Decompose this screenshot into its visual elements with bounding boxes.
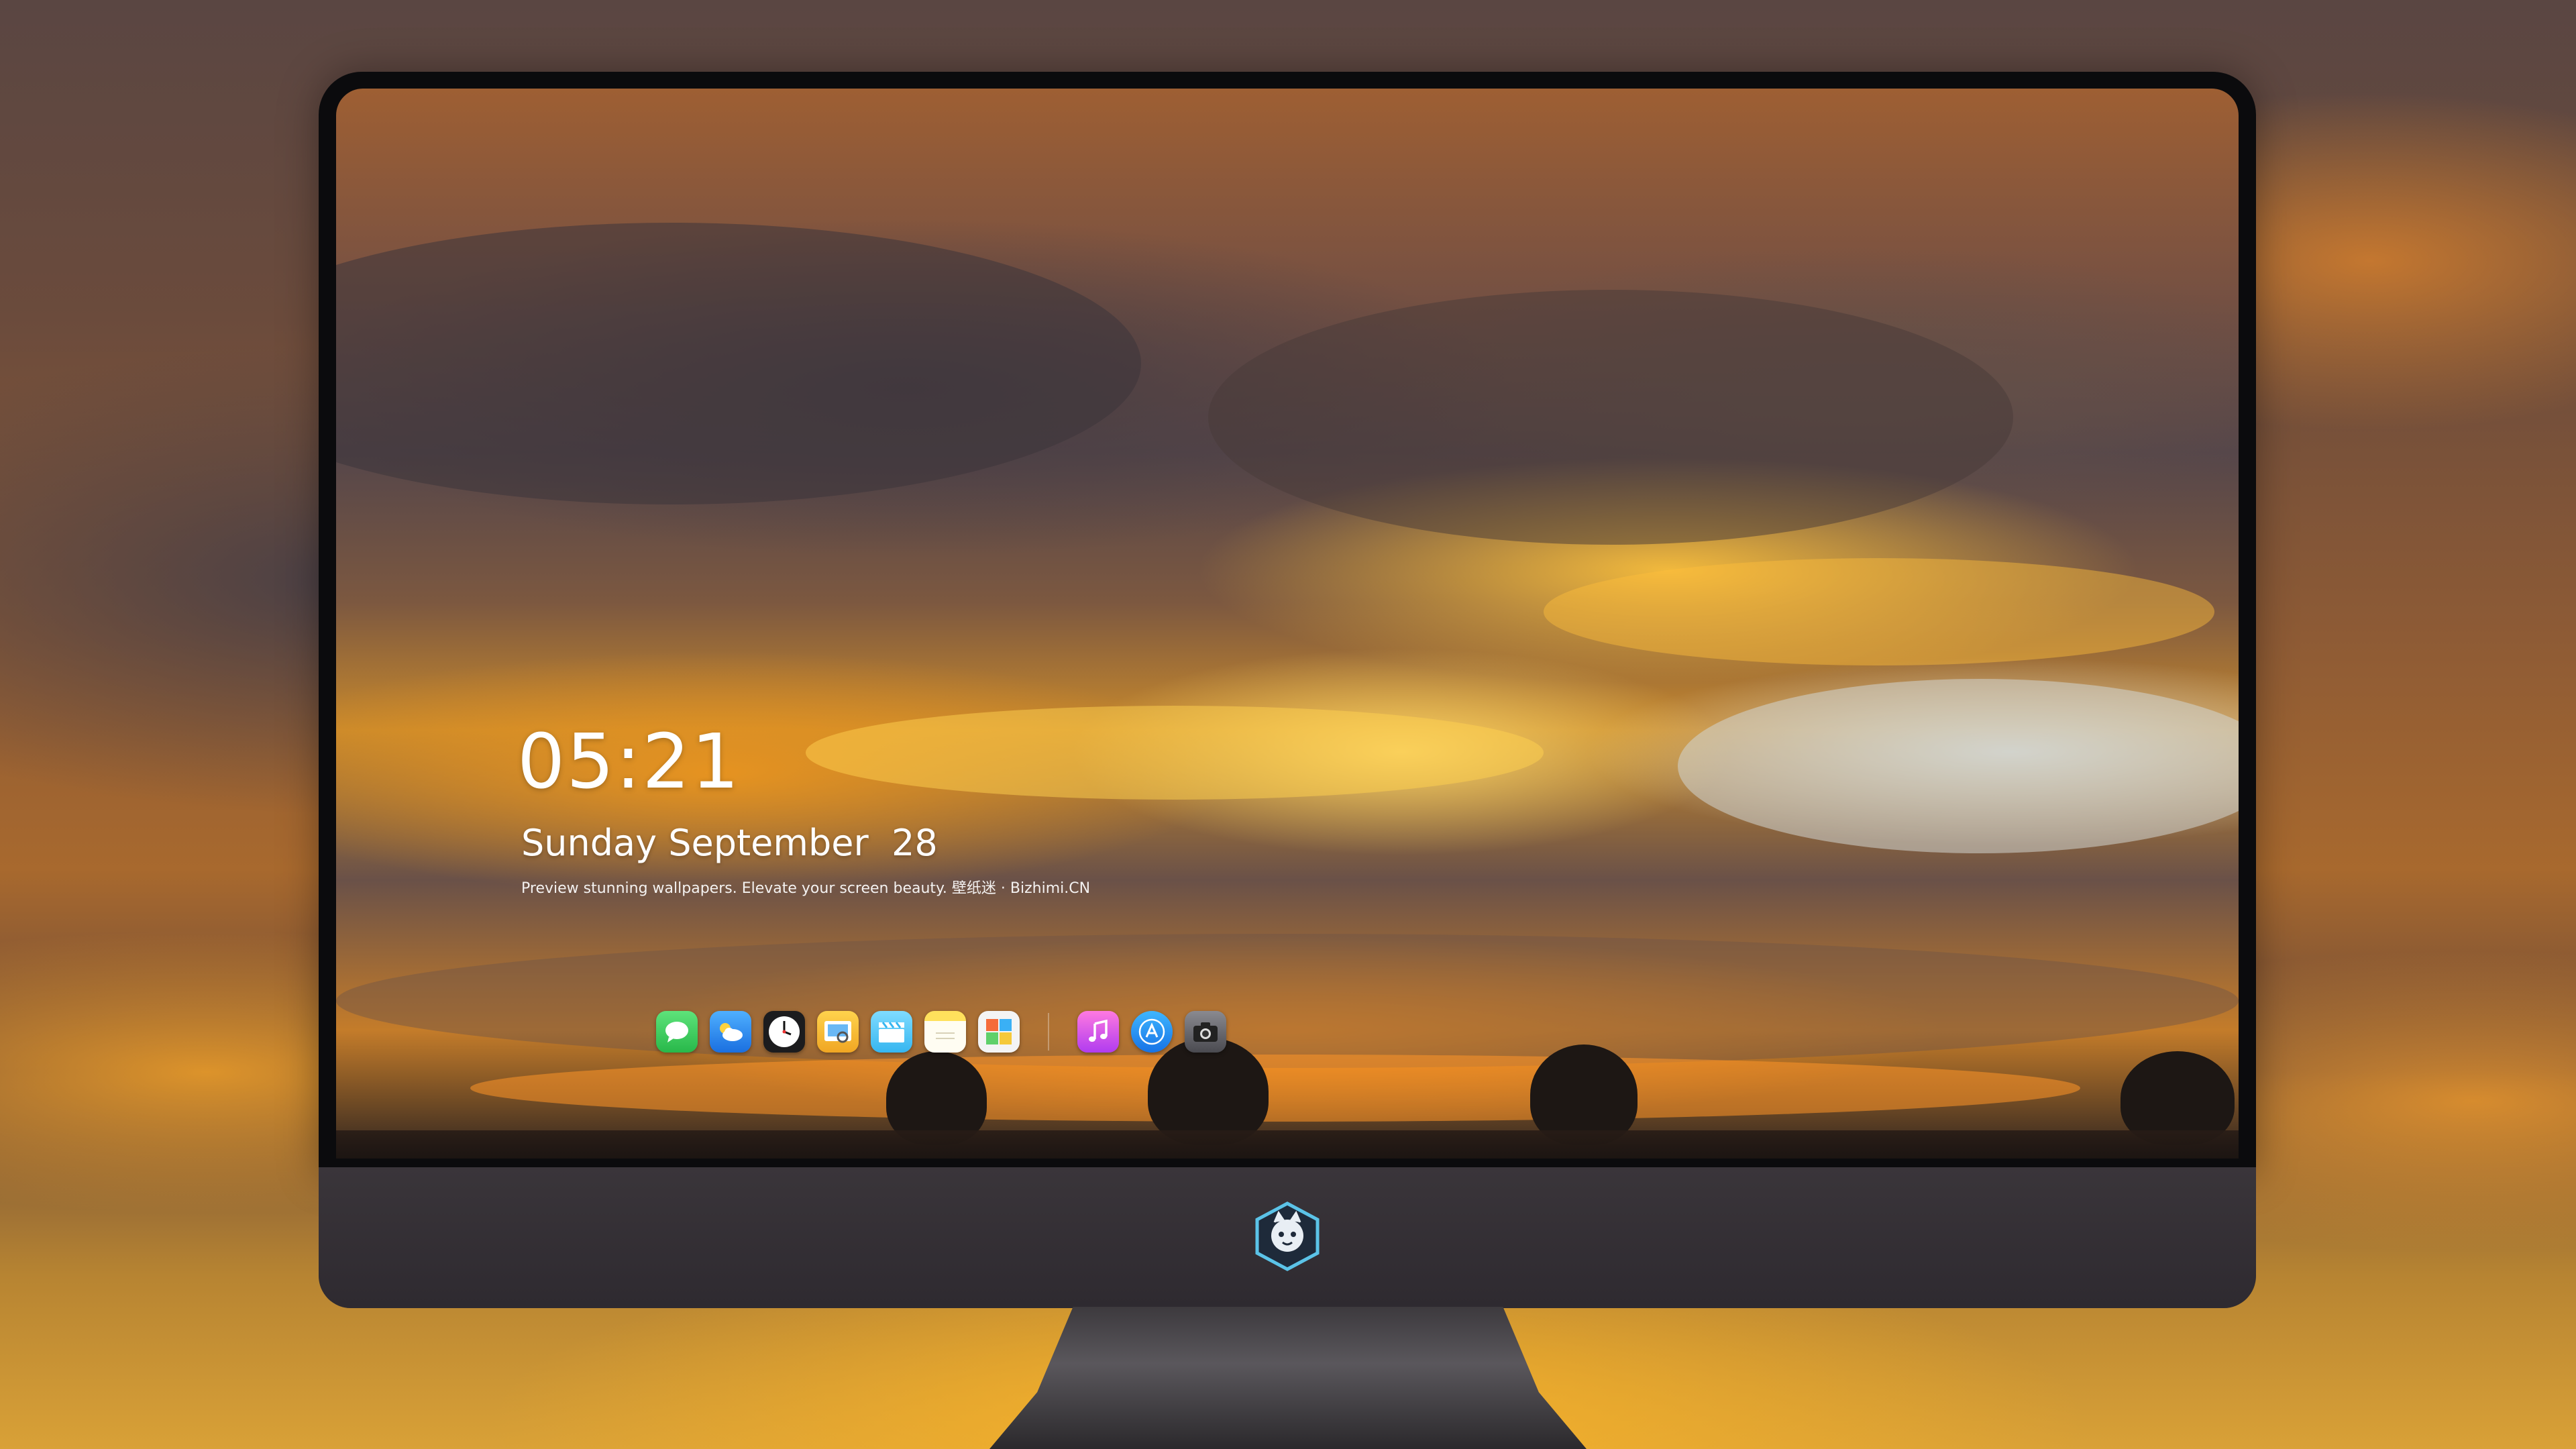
dock-app-clips[interactable]: [871, 1011, 912, 1053]
monitor-stand: [989, 1307, 1587, 1449]
dock-app-music[interactable]: [1077, 1011, 1119, 1053]
dock-app-app-store[interactable]: [1131, 1011, 1173, 1053]
chat-bubble-icon: [665, 1022, 688, 1042]
dock-app-messages[interactable]: [656, 1011, 698, 1053]
dock: [652, 1004, 1273, 1060]
music-note-icon: [1089, 1019, 1108, 1042]
cloud-shape: [336, 934, 2239, 1068]
dock-app-camera[interactable]: [1185, 1011, 1226, 1053]
cloud-shape: [1208, 290, 2013, 545]
cloud-sun-icon: [720, 1023, 743, 1041]
dock-app-notes[interactable]: [924, 1011, 966, 1053]
desktop-background: 05:21 Sunday September 28 Preview stunni…: [0, 0, 2576, 1449]
cloud-shape: [1544, 558, 2214, 665]
dock-app-clock[interactable]: [763, 1011, 805, 1053]
photo-viewer-icon: [824, 1021, 851, 1043]
cloud-shape: [1678, 679, 2239, 853]
camera-icon: [1193, 1022, 1218, 1042]
clock-icon: [769, 1016, 800, 1047]
clock-time: 05:21: [517, 718, 741, 806]
notepad-icon: [936, 1032, 955, 1039]
cloud-shape: [336, 223, 1141, 504]
clapperboard-icon: [879, 1022, 904, 1042]
mascot-logo-icon: [1252, 1201, 1323, 1272]
cloud-shape: [806, 706, 1544, 800]
horizon: [336, 1130, 2239, 1159]
monitor-screen: 05:21 Sunday September 28 Preview stunni…: [336, 89, 2239, 1159]
app-store-icon: [1138, 1018, 1165, 1045]
clock-date: Sunday September 28: [521, 822, 938, 864]
dock-app-photo-booth[interactable]: [978, 1011, 1020, 1053]
wallpaper-tagline: Preview stunning wallpapers. Elevate you…: [521, 880, 1091, 897]
dock-separator: [1048, 1013, 1049, 1051]
photo-grid-icon: [986, 1019, 1012, 1044]
dock-app-preview[interactable]: [817, 1011, 859, 1053]
dock-app-weather[interactable]: [710, 1011, 751, 1053]
cloud-shape: [470, 1055, 2080, 1122]
